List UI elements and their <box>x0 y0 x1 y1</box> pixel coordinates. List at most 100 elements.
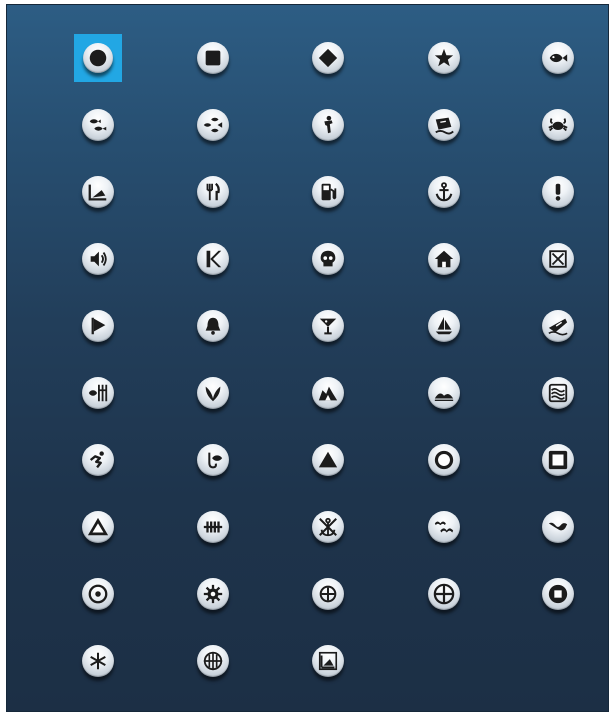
symbol-option-star[interactable] <box>420 34 468 82</box>
kayak-flag-icon <box>206 250 222 268</box>
symbol-option-hollow-circle[interactable] <box>420 436 468 484</box>
symbol-button <box>82 176 114 208</box>
symbol-option-bird[interactable] <box>534 503 582 551</box>
symbol-button <box>82 377 114 409</box>
symbol-button <box>428 42 460 74</box>
symbol-option-weed[interactable] <box>189 369 237 417</box>
asterisk-icon <box>90 652 106 670</box>
symbol-option-triangle[interactable] <box>304 436 352 484</box>
symbol-option-skull[interactable] <box>304 235 352 283</box>
symbol-button <box>312 578 344 610</box>
symbol-option-x-box[interactable] <box>534 235 582 283</box>
symbol-option-birds[interactable] <box>420 503 468 551</box>
symbol-button <box>197 243 229 275</box>
fuel-pump-icon <box>321 183 337 201</box>
symbol-option-restaurant[interactable] <box>189 168 237 216</box>
symbol-option-three-fish[interactable] <box>189 101 237 149</box>
symbol-option-filled-square[interactable] <box>189 34 237 82</box>
flag-icon <box>91 317 106 335</box>
bird-icon <box>548 522 568 531</box>
skull-icon <box>320 250 336 267</box>
exclamation-icon <box>555 183 561 201</box>
symbol-button <box>312 42 344 74</box>
symbol-option-fuel-pump[interactable] <box>304 168 352 216</box>
symbol-option-anchor[interactable] <box>420 168 468 216</box>
symbol-option-kayak-flag[interactable] <box>189 235 237 283</box>
symbol-option-fish-hook[interactable] <box>189 436 237 484</box>
symbol-option-crosshair[interactable] <box>304 570 352 618</box>
symbol-button <box>197 578 229 610</box>
symbol-option-house[interactable] <box>420 235 468 283</box>
rocks-icon <box>318 386 338 401</box>
x-box-icon <box>549 250 567 268</box>
shipwreck-icon <box>435 117 454 135</box>
symbol-option-compass-cross[interactable] <box>189 637 237 685</box>
symbol-option-shipwreck[interactable] <box>420 101 468 149</box>
symbol-option-small-square[interactable] <box>534 570 582 618</box>
symbol-button <box>82 511 114 543</box>
symbol-option-crosshair-large[interactable] <box>420 570 468 618</box>
two-fish-icon <box>89 119 107 131</box>
symbol-option-diver[interactable] <box>304 101 352 149</box>
symbol-button <box>542 511 574 543</box>
symbol-option-filled-diamond[interactable] <box>304 34 352 82</box>
symbol-option-powerboat[interactable] <box>534 302 582 350</box>
symbol-option-sailboat[interactable] <box>420 302 468 350</box>
symbol-option-flag[interactable] <box>74 302 122 350</box>
hollow-square-icon <box>548 450 568 470</box>
symbol-button <box>542 109 574 141</box>
reef-waves-icon <box>548 383 568 403</box>
symbol-option-gear[interactable] <box>189 570 237 618</box>
symbol-button <box>542 176 574 208</box>
wreck-angle-icon <box>88 184 107 201</box>
filled-square-icon <box>205 50 221 66</box>
symbol-option-wreck-box[interactable] <box>304 637 352 685</box>
symbol-option-asterisk[interactable] <box>74 637 122 685</box>
symbol-option-hills[interactable] <box>420 369 468 417</box>
symbol-button <box>428 310 460 342</box>
diver-icon <box>324 115 333 134</box>
symbol-button <box>312 243 344 275</box>
symbol-option-filled-circle[interactable] <box>74 34 122 82</box>
house-icon <box>434 250 454 268</box>
symbol-button <box>312 444 344 476</box>
symbol-option-bell[interactable] <box>189 302 237 350</box>
symbol-option-fence[interactable] <box>189 503 237 551</box>
symbol-option-speaker[interactable] <box>74 235 122 283</box>
symbol-option-reef-waves[interactable] <box>534 369 582 417</box>
symbol-button <box>83 43 113 73</box>
symbol-button <box>542 243 574 275</box>
symbol-option-dock-fish[interactable] <box>74 369 122 417</box>
symbol-button <box>82 578 114 610</box>
symbol-button <box>428 444 460 476</box>
symbol-button <box>197 645 229 677</box>
symbol-option-no-anchor[interactable] <box>304 503 352 551</box>
symbol-button <box>82 645 114 677</box>
symbol-option-fish[interactable] <box>534 34 582 82</box>
symbol-button <box>82 243 114 275</box>
symbol-button <box>197 109 229 141</box>
hollow-circle-icon <box>434 450 454 470</box>
symbol-option-cocktail[interactable] <box>304 302 352 350</box>
symbol-option-hollow-square[interactable] <box>534 436 582 484</box>
symbol-option-swimmer[interactable] <box>74 436 122 484</box>
symbol-button <box>428 377 460 409</box>
dock-fish-icon <box>88 384 108 402</box>
symbol-button <box>197 42 229 74</box>
cocktail-icon <box>319 318 337 335</box>
three-fish-icon <box>203 117 223 133</box>
symbol-button <box>197 377 229 409</box>
symbol-button <box>312 310 344 342</box>
filled-diamond-icon <box>318 48 338 68</box>
symbol-option-hollow-triangle[interactable] <box>74 503 122 551</box>
symbol-button <box>82 444 114 476</box>
symbol-button <box>428 243 460 275</box>
symbol-option-rocks[interactable] <box>304 369 352 417</box>
symbol-button <box>82 310 114 342</box>
symbol-option-dot-circle[interactable] <box>74 570 122 618</box>
symbol-option-crab[interactable] <box>534 101 582 149</box>
symbol-button <box>428 109 460 141</box>
symbol-option-exclamation[interactable] <box>534 168 582 216</box>
symbol-option-two-fish[interactable] <box>74 101 122 149</box>
symbol-option-wreck-angle[interactable] <box>74 168 122 216</box>
